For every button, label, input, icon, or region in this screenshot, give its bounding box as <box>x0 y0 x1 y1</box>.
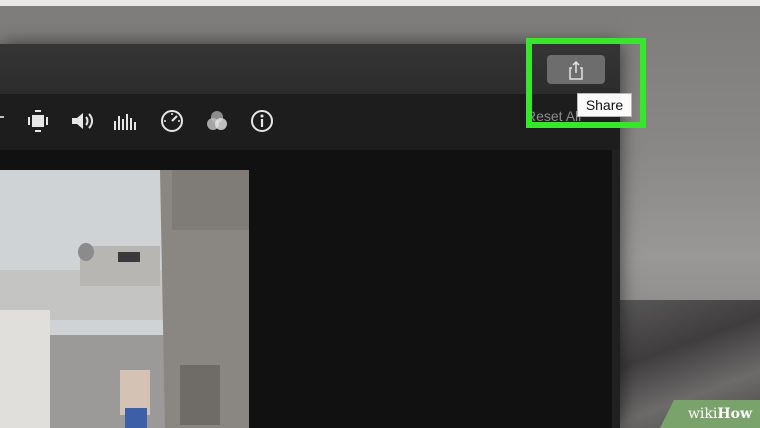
video-preview <box>0 170 249 428</box>
watermark-prefix: wiki <box>687 406 718 422</box>
speed-icon[interactable] <box>155 104 189 138</box>
volume-icon[interactable] <box>65 104 99 138</box>
share-tooltip: Share <box>577 93 632 117</box>
info-icon[interactable] <box>245 104 279 138</box>
imovie-window: Reset All <box>0 44 620 428</box>
watermark-suffix: How <box>717 406 752 422</box>
crop-icon[interactable] <box>21 104 55 138</box>
window-titlebar <box>0 44 620 95</box>
equalizer-icon[interactable] <box>109 104 143 138</box>
desktop-top-strip <box>0 0 760 6</box>
share-icon <box>569 60 583 80</box>
share-button[interactable] <box>547 55 605 84</box>
wikihow-watermark: wiki How <box>660 400 760 428</box>
toolbar-partial-icon <box>0 116 4 118</box>
color-filters-icon[interactable] <box>200 104 234 138</box>
window-edge <box>612 150 620 428</box>
